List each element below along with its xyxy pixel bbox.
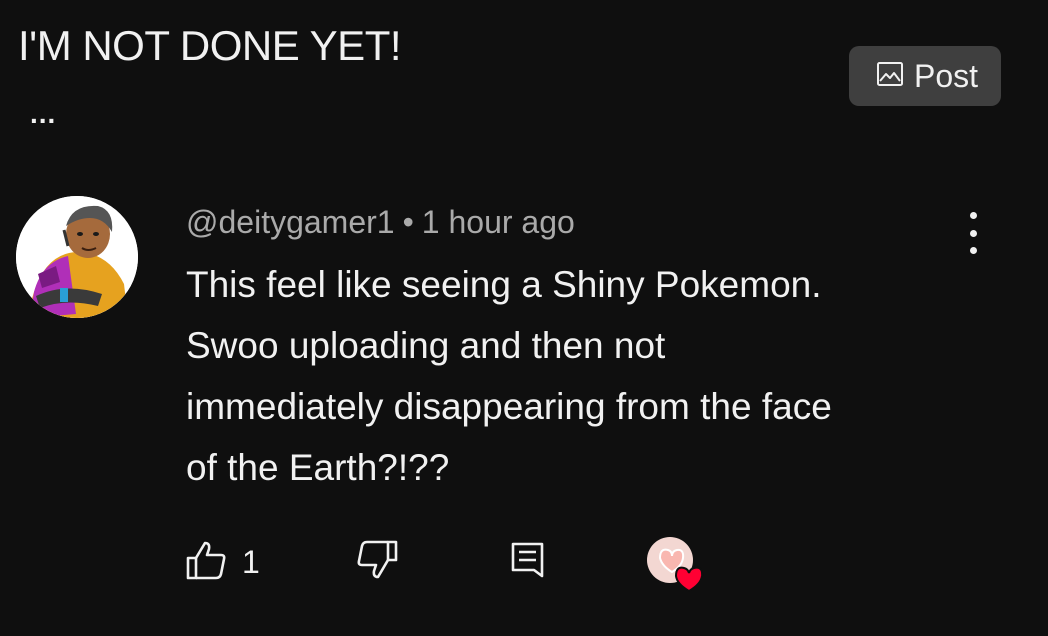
like-count: 1 xyxy=(242,543,260,580)
avatar[interactable] xyxy=(16,196,138,318)
post-button[interactable]: Post xyxy=(849,46,1001,106)
comment-text-line: Swoo uploading and then not xyxy=(186,325,666,366)
image-icon xyxy=(876,60,904,93)
comment-text-line: immediately disappearing from the face xyxy=(186,386,832,427)
comment-text-line: This feel like seeing a Shiny Pokemon. xyxy=(186,264,822,305)
comment-timestamp[interactable]: 1 hour ago xyxy=(422,204,575,240)
creator-heart-icon xyxy=(646,536,710,593)
reply-icon xyxy=(508,538,548,587)
dislike-button[interactable] xyxy=(352,538,400,586)
thumbs-down-icon xyxy=(352,538,400,587)
like-button[interactable]: 1 xyxy=(184,538,260,586)
comment-author[interactable]: @deitygamer1 xyxy=(186,204,395,240)
page-title: I'M NOT DONE YET! xyxy=(18,22,402,69)
comment-meta: @deitygamer1 • 1 hour ago xyxy=(186,204,575,241)
comment-text: This feel like seeing a Shiny Pokemon. S… xyxy=(186,254,986,498)
thumbs-up-icon xyxy=(184,538,228,587)
post-button-label: Post xyxy=(913,57,979,94)
vertical-ellipsis-icon[interactable] xyxy=(958,208,988,258)
reply-button[interactable] xyxy=(508,538,548,586)
comment-text-line: of the Earth?!?? xyxy=(186,447,450,488)
meta-separator: • xyxy=(402,204,414,240)
show-more-ellipsis[interactable]: ... xyxy=(30,100,56,128)
